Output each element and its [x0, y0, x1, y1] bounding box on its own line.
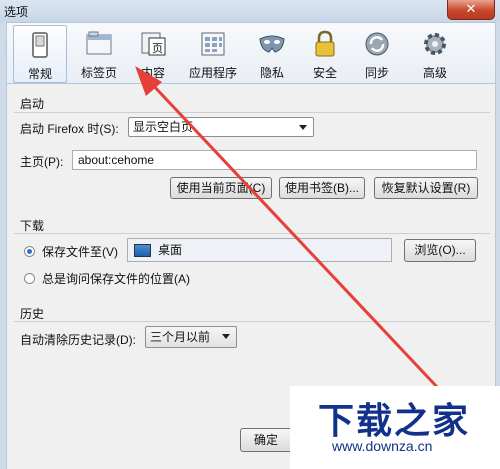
- watermark-url: www.downza.cn: [332, 438, 433, 454]
- watermark-title: 下载之家: [318, 400, 471, 441]
- options-dialog: 选项 ✕ 常规 标签页 页 内容 应用程序 隐私 安全 同步 高级 启动 启动 …: [0, 0, 500, 469]
- arrow-line: [148, 80, 440, 390]
- watermark: 下载之家 www.downza.cn: [290, 386, 500, 469]
